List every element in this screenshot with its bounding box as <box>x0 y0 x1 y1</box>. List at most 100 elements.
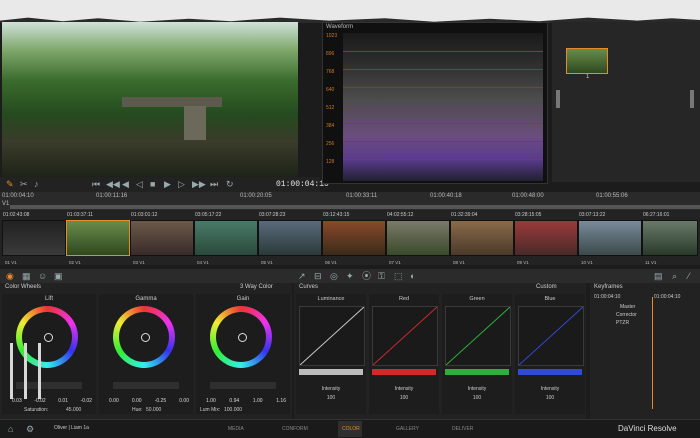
waveform-line <box>343 87 543 88</box>
reverse-icon[interactable]: ◁ <box>136 180 143 189</box>
blue-curve-panel: Blue Intensity 100 <box>515 294 585 414</box>
blur-icon[interactable]: ⦿ <box>362 272 371 281</box>
clip-thumbnail[interactable]: 01:03:01:12 03 V1 <box>130 212 194 265</box>
gamma-values: 0.00 0.00 -0.25 0.00 <box>109 398 189 404</box>
key-icon[interactable]: ⚿ <box>378 272 385 281</box>
gamma-master-slider[interactable] <box>113 382 179 389</box>
color-node[interactable] <box>566 48 608 74</box>
timeline-ruler[interactable]: 01:00:04:10 01:00:11:16 01:00:20:05 01:0… <box>0 192 700 210</box>
wheel-value: 0.00 <box>179 398 189 404</box>
qualifier-icon[interactable]: ⊟ <box>314 272 322 281</box>
clip-thumbnail[interactable]: 03:05:17:22 04 V1 <box>194 212 258 265</box>
tab-deliver[interactable]: DELIVER <box>452 426 473 432</box>
frame-forward-icon[interactable]: ▷ <box>178 180 185 189</box>
clip-thumbnail[interactable]: 03:12:43:15 06 V1 <box>322 212 386 265</box>
skip-start-icon[interactable]: ⏮ <box>92 180 100 189</box>
keyframe-row-master[interactable]: Master <box>620 304 635 310</box>
waveform-display <box>343 33 543 181</box>
stereo-icon[interactable]: ◐ <box>410 272 415 281</box>
sizing-icon[interactable]: ⬚ <box>394 272 403 281</box>
intensity-value[interactable]: 100 <box>369 395 439 401</box>
wheel-mode-select[interactable]: 3 Way Color <box>240 284 273 290</box>
hue-value[interactable]: 50.000 <box>146 407 161 413</box>
tab-gallery[interactable]: GALLERY <box>396 426 419 432</box>
settings-icon[interactable]: ⚙ <box>26 425 34 434</box>
loop-icon[interactable]: ↻ <box>226 180 234 189</box>
gamma-wheel-cursor[interactable] <box>141 333 150 342</box>
tracker-icon[interactable]: ✦ <box>346 272 354 281</box>
step-forward-icon[interactable]: ▶▶ <box>192 180 206 189</box>
blue-curve[interactable] <box>518 306 584 366</box>
gamma-wheel-panel: Gamma 0.00 0.00 -0.25 0.00 <box>99 294 193 414</box>
keyframe-row-ptzr[interactable]: PTZR <box>616 320 629 326</box>
clip-thumbnail[interactable]: 06:27:16:01 11 V1 <box>642 212 698 265</box>
keyframe-row-corrector[interactable]: Corrector <box>616 312 637 318</box>
waveform-line <box>343 51 543 52</box>
hue-label: Hue: <box>132 407 143 413</box>
blue-bar <box>518 369 582 375</box>
scope-ylabel: 768 <box>326 69 335 75</box>
skip-end-icon[interactable]: ⏭ <box>210 180 218 189</box>
lummix-value[interactable]: 100.000 <box>224 407 242 413</box>
wheel-value: -0.25 <box>154 398 167 404</box>
node-label: 1 <box>586 74 590 80</box>
clip-thumbnail[interactable]: 04:02:55:12 07 V1 <box>386 212 450 265</box>
clip-thumbnail[interactable]: 01:32:39:04 08 V1 <box>450 212 514 265</box>
viewer-ground <box>2 140 298 177</box>
window-icon[interactable]: ◎ <box>330 272 338 281</box>
grid-icon[interactable]: ▦ <box>22 272 31 281</box>
zoom-icon[interactable]: ⌕ <box>672 272 677 281</box>
frame-back-icon[interactable]: ◀ <box>122 180 129 189</box>
clip-timecode: 03:07:28:23 <box>259 212 286 218</box>
audio-icon[interactable]: ♪ <box>34 180 39 189</box>
luminance-curve[interactable] <box>299 306 365 366</box>
clip-name: 04 V1 <box>197 260 209 265</box>
clip-thumbnail[interactable]: 01:02:43:08 01 V1 <box>2 212 66 265</box>
red-curve[interactable] <box>372 306 438 366</box>
tab-media[interactable]: MEDIA <box>228 426 244 432</box>
green-curve[interactable] <box>445 306 511 366</box>
curves-icon[interactable]: ↗ <box>298 272 306 281</box>
crop-icon[interactable]: ✂ <box>20 180 28 189</box>
clip-timecode: 01:03:37:11 <box>67 212 94 218</box>
tab-color[interactable]: COLOR <box>342 426 360 432</box>
waveform-line <box>343 123 543 124</box>
camera-icon[interactable]: ▣ <box>54 272 63 281</box>
red-bar <box>372 369 436 375</box>
node-output-handle[interactable] <box>690 90 694 108</box>
clip-thumbnail[interactable]: 03:28:15:05 09 V1 <box>514 212 578 265</box>
home-icon[interactable]: ⌂ <box>8 425 13 434</box>
node-input-handle[interactable] <box>556 90 560 108</box>
clip-thumbnail[interactable]: 03:07:13:22 10 V1 <box>578 212 642 265</box>
video-viewer[interactable] <box>2 22 298 177</box>
curves-mode-select[interactable]: Custom <box>536 284 557 290</box>
more-icon[interactable]: ⁄ <box>688 272 690 281</box>
level-bar <box>38 343 41 399</box>
play-icon[interactable]: ▶ <box>164 180 171 189</box>
timeline-track-bar[interactable] <box>10 205 700 209</box>
clip-thumbnail[interactable]: 03:07:28:23 05 V1 <box>258 212 322 265</box>
person-icon[interactable]: ☺ <box>38 272 47 281</box>
level-bar <box>24 343 27 399</box>
waveform-line <box>343 105 543 106</box>
keyframe-icon[interactable]: ▤ <box>654 272 663 281</box>
color-toolbar: ◉ ▦ ☺ ▣ ↗ ⊟ ◎ ✦ ⦿ ⚿ ⬚ ◐ ▤ ⌕ ⁄ <box>0 269 700 283</box>
lift-wheel-cursor[interactable] <box>44 333 53 342</box>
intensity-value[interactable]: 100 <box>296 395 366 401</box>
intensity-value[interactable]: 100 <box>515 395 585 401</box>
step-back-icon[interactable]: ◀◀ <box>106 180 120 189</box>
tab-conform[interactable]: CONFORM <box>282 426 308 432</box>
gain-wheel-cursor[interactable] <box>238 333 247 342</box>
pencil-icon[interactable]: ✎ <box>6 180 14 189</box>
color-wheel-icon[interactable]: ◉ <box>6 272 14 281</box>
keyframe-playhead[interactable] <box>652 297 653 409</box>
scope-ylabel: 896 <box>326 51 335 57</box>
clip-thumbnail[interactable]: 01:03:37:11 02 V1 <box>66 212 130 265</box>
gain-master-slider[interactable] <box>210 382 276 389</box>
saturation-value[interactable]: 45.000 <box>66 407 81 413</box>
node-editor[interactable]: 1 <box>552 22 700 182</box>
intensity-value[interactable]: 100 <box>442 395 512 401</box>
scope-ylabel: 512 <box>326 105 335 111</box>
stop-icon[interactable]: ■ <box>150 180 155 189</box>
clip-timecode: 01:03:01:12 <box>131 212 158 218</box>
